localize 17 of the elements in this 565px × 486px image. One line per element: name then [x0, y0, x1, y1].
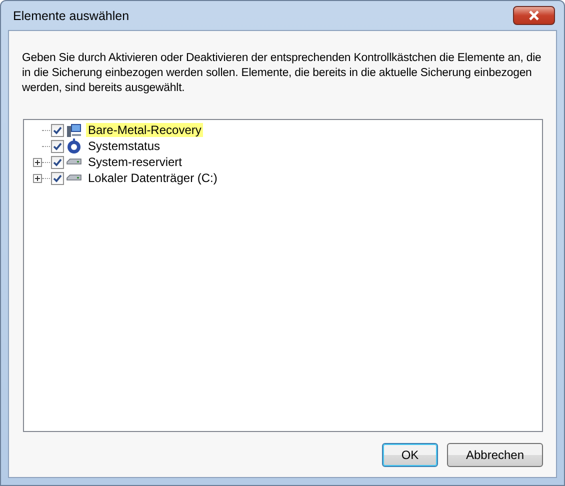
expand-icon[interactable]: [33, 158, 42, 166]
instruction-text: Geben Sie durch Aktivieren oder Deaktivieren der entsprechenden Kontrollkästchen die Elemente an, die in die Sicherung einbezogen werden sollen. Elemente, die bereits in die aktuelle Sicherung einbezogen werden, sind bereits ausgewählt.: [22, 51, 542, 96]
checkbox[interactable]: [51, 124, 64, 136]
window-title: Elemente auswählen: [12, 8, 130, 22]
dialog-button[interactable]: Abbrechen: [447, 443, 543, 467]
tree-item[interactable]: Systemstatus: [86, 139, 162, 153]
close-icon: [528, 10, 540, 21]
close-button[interactable]: [513, 6, 555, 25]
checkbox[interactable]: [51, 156, 64, 168]
expand-icon[interactable]: [33, 174, 42, 182]
tree-item[interactable]: System-reserviert: [86, 155, 184, 169]
tree-item[interactable]: Lokaler Datenträger (C:): [86, 171, 220, 185]
checkbox[interactable]: [51, 140, 64, 152]
checkbox[interactable]: [51, 172, 64, 184]
tree-item[interactable]: Bare-Metal-Recovery: [86, 123, 204, 137]
dialog-button[interactable]: OK: [382, 443, 438, 467]
computer-icon: [66, 122, 82, 138]
